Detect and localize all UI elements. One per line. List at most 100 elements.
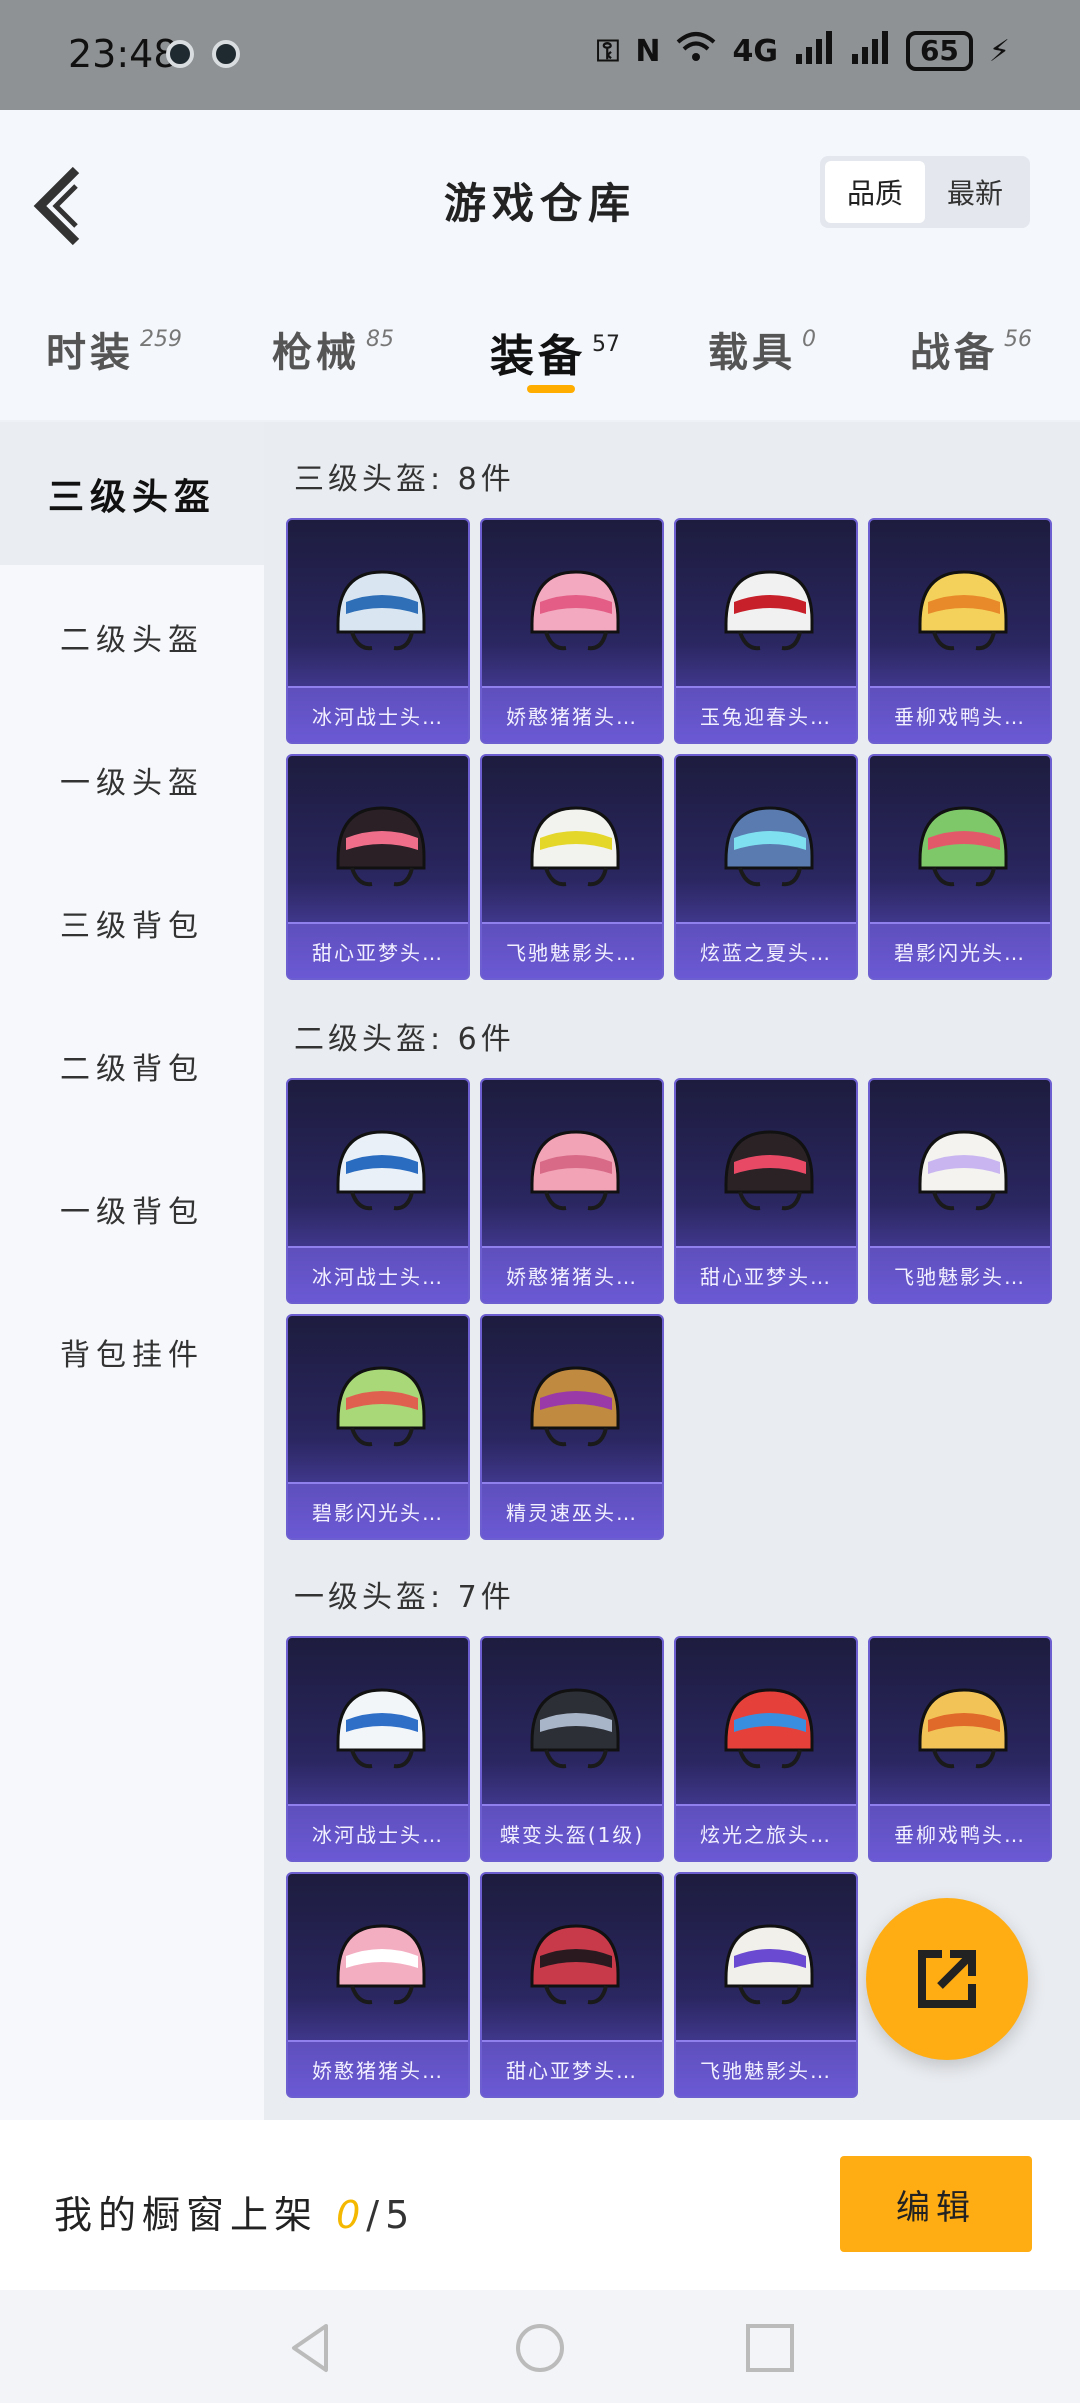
sidebar-item-backpack-charm[interactable]: 背包挂件: [0, 1280, 264, 1423]
notification-app-icon: [212, 40, 240, 68]
nav-back-icon[interactable]: [282, 2320, 338, 2376]
item-name: 垂柳戏鸭头…: [870, 1804, 1050, 1860]
helmet-icon: [336, 570, 426, 651]
sidebar-item-level1-backpack[interactable]: 一级背包: [0, 1137, 264, 1280]
wifi-icon: [676, 30, 716, 72]
tab-weapons[interactable]: 枪械 85: [272, 320, 394, 378]
tab-count: 56: [1004, 327, 1032, 352]
helmet-icon: [918, 806, 1008, 887]
item-name: 玉兔迎春头…: [676, 686, 856, 742]
helmet-icon: [724, 1688, 814, 1769]
item-name: 甜心亚梦头…: [482, 2040, 662, 2096]
tab-count: 57: [592, 332, 620, 357]
tab-fashion[interactable]: 时装 259: [46, 320, 182, 378]
category-tabs: 时装 259 枪械 85 装备 57 载具 0 战备 56: [0, 310, 1080, 410]
item-card[interactable]: 玉兔迎春头…: [674, 518, 858, 744]
item-name: 蝶变头盔(1级): [482, 1804, 662, 1860]
sidebar-item-level2-backpack[interactable]: 二级背包: [0, 994, 264, 1137]
item-card[interactable]: 蝶变头盔(1级): [480, 1636, 664, 1862]
battery-indicator: 65: [905, 31, 973, 71]
edit-button[interactable]: 编辑: [840, 2156, 1032, 2252]
showcase-label: 我的橱窗上架: [54, 2193, 319, 2237]
helmet-icon: [918, 1688, 1008, 1769]
item-grid: 三级头盔: 8件 二级头盔: 6件 一级头盔: 7件 冰河战士头… 娇憨猪猪头… 玉…: [264, 422, 1080, 2122]
showcase-count: 0: [336, 2193, 367, 2237]
tab-count: 259: [140, 327, 182, 352]
item-card[interactable]: 炫蓝之夏头…: [674, 754, 858, 980]
nfc-icon: N: [635, 33, 661, 69]
sidebar: 三级头盔 二级头盔 一级头盔 三级背包 二级背包 一级背包 背包挂件: [0, 422, 264, 2122]
key-icon: ⚿: [596, 33, 620, 69]
item-name: 飞驰魅影头…: [676, 2040, 856, 2096]
item-card[interactable]: 炫光之旅头…: [674, 1636, 858, 1862]
helmet-icon: [336, 1688, 426, 1769]
tab-count: 0: [802, 327, 816, 352]
item-card[interactable]: 垂柳戏鸭头…: [868, 1636, 1052, 1862]
item-card[interactable]: 娇憨猪猪头…: [480, 1078, 664, 1304]
item-name: 冰河战士头…: [288, 1246, 468, 1302]
item-card[interactable]: 甜心亚梦头…: [480, 1872, 664, 2098]
nav-home-icon[interactable]: [512, 2320, 568, 2376]
tab-equipment[interactable]: 装备 57: [490, 320, 620, 384]
item-name: 娇憨猪猪头…: [482, 686, 662, 742]
sort-newest-button[interactable]: 最新: [925, 161, 1025, 223]
section-title: 一级头盔: 7件: [294, 1580, 515, 1615]
helmet-icon: [724, 806, 814, 887]
item-card[interactable]: 甜心亚梦头…: [286, 754, 470, 980]
sidebar-item-level3-helmet[interactable]: 三级头盔: [0, 422, 264, 565]
item-card[interactable]: 冰河战士头…: [286, 518, 470, 744]
sort-toggle: 品质 最新: [820, 156, 1030, 228]
status-bar: 23:48 ⚿ N 4G 65 ⚡: [0, 0, 1080, 110]
sidebar-item-level2-helmet[interactable]: 二级头盔: [0, 565, 264, 708]
sidebar-item-level3-backpack[interactable]: 三级背包: [0, 851, 264, 994]
helmet-icon: [724, 1924, 814, 2005]
item-name: 碧影闪光头…: [870, 922, 1050, 978]
helmet-icon: [530, 1130, 620, 1211]
item-card[interactable]: 飞驰魅影头…: [480, 754, 664, 980]
item-card[interactable]: 飞驰魅影头…: [674, 1872, 858, 2098]
item-card[interactable]: 飞驰魅影头…: [868, 1078, 1052, 1304]
showcase-total: /5: [366, 2193, 416, 2237]
item-name: 娇憨猪猪头…: [482, 1246, 662, 1302]
item-name: 冰河战士头…: [288, 1804, 468, 1860]
sidebar-item-level1-helmet[interactable]: 一级头盔: [0, 708, 264, 851]
item-name: 甜心亚梦头…: [288, 922, 468, 978]
sort-quality-button[interactable]: 品质: [825, 161, 925, 223]
item-card[interactable]: 娇憨猪猪头…: [480, 518, 664, 744]
share-fab-button[interactable]: [866, 1898, 1028, 2060]
item-card[interactable]: 碧影闪光头…: [286, 1314, 470, 1540]
helmet-icon: [724, 570, 814, 651]
helmet-icon: [724, 1130, 814, 1211]
item-name: 冰河战士头…: [288, 686, 468, 742]
tab-supplies[interactable]: 战备 56: [910, 320, 1032, 378]
tab-vehicles[interactable]: 载具 0: [708, 320, 816, 378]
item-card[interactable]: 甜心亚梦头…: [674, 1078, 858, 1304]
item-card[interactable]: 精灵速巫头…: [480, 1314, 664, 1540]
active-tab-indicator: [527, 385, 575, 393]
showcase-status: 我的橱窗上架 0/5: [54, 2184, 415, 2239]
system-nav-bar: [0, 2290, 1080, 2403]
item-card[interactable]: 垂柳戏鸭头…: [868, 518, 1052, 744]
helmet-icon: [530, 570, 620, 651]
item-name: 飞驰魅影头…: [870, 1246, 1050, 1302]
status-time: 23:48: [68, 32, 178, 76]
signal-icon: [850, 30, 890, 72]
item-card[interactable]: 碧影闪光头…: [868, 754, 1052, 980]
helmet-icon: [530, 1366, 620, 1447]
item-card[interactable]: 冰河战士头…: [286, 1636, 470, 1862]
tab-label: 枪械: [272, 330, 360, 376]
item-name: 碧影闪光头…: [288, 1482, 468, 1538]
helmet-icon: [530, 806, 620, 887]
item-card[interactable]: 冰河战士头…: [286, 1078, 470, 1304]
notification-app-icon: [166, 40, 194, 68]
helmet-icon: [336, 1924, 426, 2005]
item-card[interactable]: 娇憨猪猪头…: [286, 1872, 470, 2098]
helmet-icon: [336, 1366, 426, 1447]
network-type: 4G: [732, 33, 778, 69]
helmet-icon: [918, 1130, 1008, 1211]
item-name: 垂柳戏鸭头…: [870, 686, 1050, 742]
charging-icon: ⚡: [988, 33, 1010, 69]
item-name: 甜心亚梦头…: [676, 1246, 856, 1302]
section-title: 三级头盔: 8件: [294, 462, 515, 497]
nav-recents-icon[interactable]: [742, 2320, 798, 2376]
